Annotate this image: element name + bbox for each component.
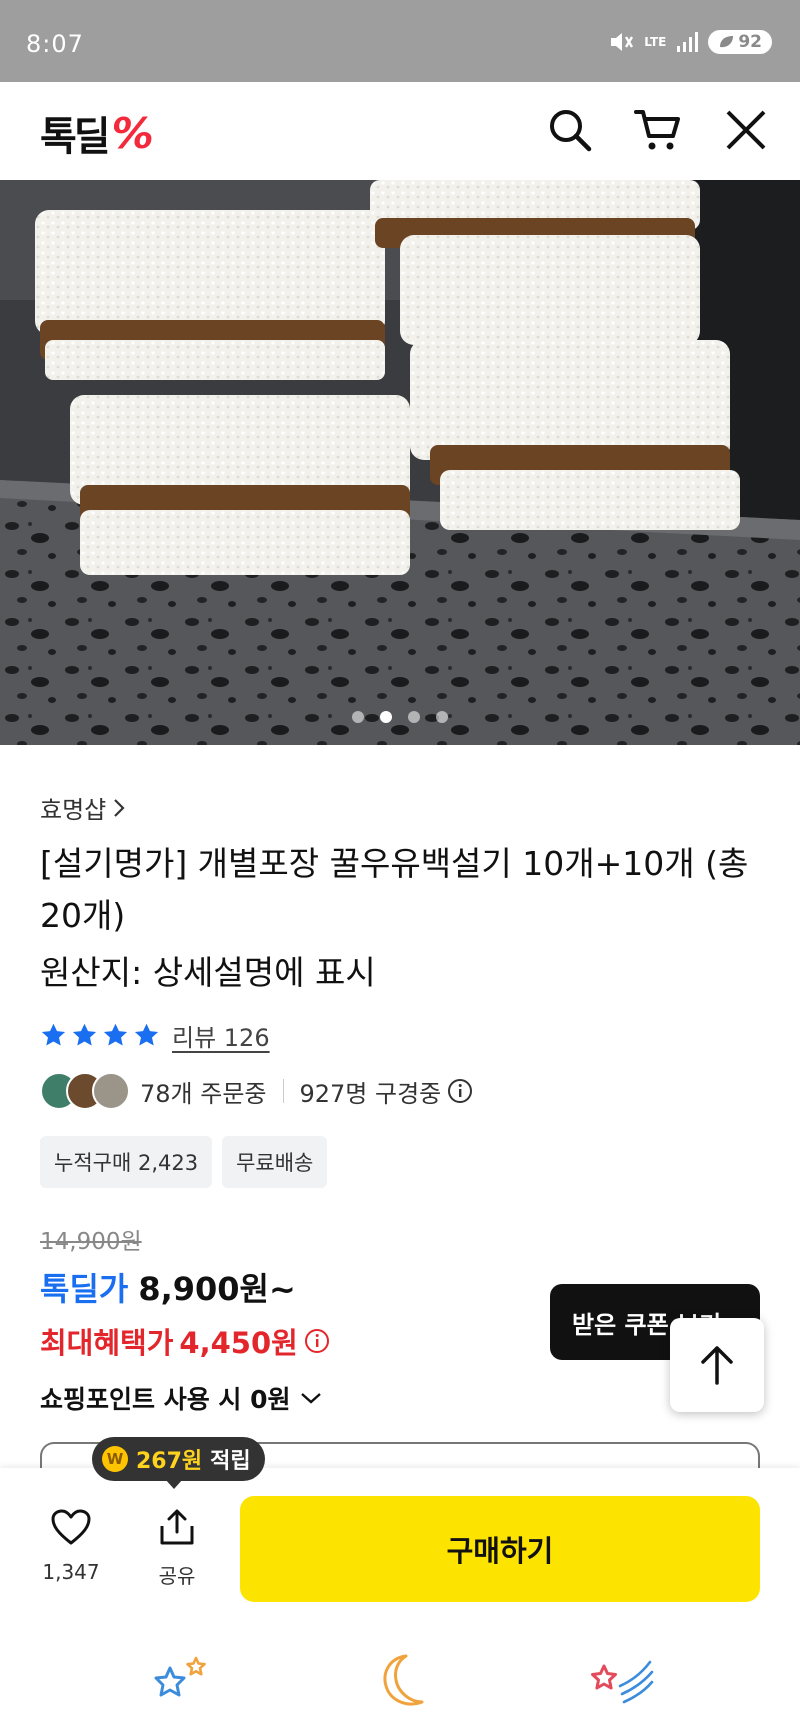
info-icon[interactable] xyxy=(447,1078,473,1104)
arrow-up-icon xyxy=(701,1346,733,1385)
star-icon xyxy=(72,1023,97,1046)
search-icon[interactable] xyxy=(544,104,596,156)
product-chips: 누적구매 2,423 무료배송 xyxy=(40,1136,328,1188)
signal-icon xyxy=(677,32,699,52)
orders-count: 78개 주문중 xyxy=(140,1079,267,1108)
network-label: LTE xyxy=(644,34,667,49)
points-label: 적립 xyxy=(210,1449,251,1474)
chip-free-shipping: 무료배송 xyxy=(222,1136,328,1188)
buy-button[interactable]: 구매하기 xyxy=(240,1496,760,1602)
carousel-dot-active[interactable] xyxy=(380,711,392,723)
rating-row[interactable]: 리뷰 126 xyxy=(40,1018,270,1053)
battery-level: 92 xyxy=(738,32,762,52)
battery-indicator: 92 xyxy=(708,30,772,54)
leaf-icon xyxy=(720,36,734,48)
logo-mark: % xyxy=(111,108,154,158)
buyer-avatars xyxy=(40,1072,130,1110)
divider xyxy=(282,1079,284,1103)
logo-text: 톡딜 xyxy=(40,114,111,160)
shopping-point-text: 쇼핑포인트 사용 시 0원 xyxy=(40,1385,291,1414)
product-image-carousel[interactable] xyxy=(0,180,800,745)
status-time: 8:07 xyxy=(26,30,84,58)
chevron-down-icon xyxy=(300,1393,321,1404)
carousel-indicator xyxy=(0,711,800,723)
avatar xyxy=(92,1072,130,1110)
like-button[interactable]: 1,347 xyxy=(26,1508,116,1584)
carousel-dot[interactable] xyxy=(352,711,364,723)
cart-icon[interactable] xyxy=(632,104,684,156)
max-benefit-row: 최대혜택가 4,450원 xyxy=(40,1320,330,1362)
toktal-logo[interactable]: 톡딜 % xyxy=(40,104,154,162)
product-photo xyxy=(0,180,800,745)
star-icon xyxy=(103,1023,128,1046)
original-price: 14,900원 xyxy=(40,1229,142,1255)
shooting-star-icon[interactable] xyxy=(586,1650,656,1714)
stars-icon[interactable] xyxy=(148,1650,218,1714)
points-tooltip: W 267원 적립 xyxy=(92,1437,265,1481)
share-label: 공유 xyxy=(158,1564,196,1588)
chevron-right-icon xyxy=(114,798,125,817)
heart-icon xyxy=(51,1509,91,1545)
share-icon xyxy=(160,1509,194,1545)
close-icon[interactable] xyxy=(720,104,772,156)
shopping-point-toggle[interactable]: 쇼핑포인트 사용 시 0원 xyxy=(40,1380,323,1416)
mute-icon xyxy=(611,33,634,51)
tooltip-arrow xyxy=(165,1479,183,1489)
star-icon xyxy=(41,1023,66,1046)
review-link[interactable]: 리뷰 126 xyxy=(172,1018,270,1053)
moon-icon[interactable] xyxy=(366,1650,436,1714)
product-title: [설기명가] 개별포장 꿀우유백설기 10개+10개 (총20개) xyxy=(40,844,749,935)
status-bar: 8:07 LTE 92 xyxy=(0,0,800,82)
coin-icon: W xyxy=(102,1446,128,1472)
carousel-dot[interactable] xyxy=(408,711,420,723)
share-button[interactable]: 공유 xyxy=(132,1508,222,1589)
shop-link[interactable]: 효명샵 xyxy=(40,790,126,825)
chip-cumulative-purchase: 누적구매 2,423 xyxy=(40,1136,213,1188)
deal-price: 8,900원~ xyxy=(138,1270,296,1308)
points-amount: 267원 xyxy=(136,1449,203,1474)
status-icons: LTE 92 xyxy=(608,30,772,54)
shop-name: 효명샵 xyxy=(40,796,107,824)
carousel-dot[interactable] xyxy=(436,711,448,723)
max-benefit-label: 최대혜택가 xyxy=(40,1326,174,1360)
product-origin: 원산지: 상세설명에 표시 xyxy=(40,953,376,992)
like-count: 1,347 xyxy=(42,1560,100,1584)
app-header: 톡딜 % xyxy=(0,82,800,180)
viewers-count: 927명 구경중 xyxy=(299,1079,442,1108)
deal-label: 톡딜가 xyxy=(40,1270,129,1308)
info-icon[interactable] xyxy=(304,1328,330,1354)
orders-row: 78개 주문중 927명 구경중 xyxy=(40,1072,473,1110)
scroll-top-button[interactable] xyxy=(670,1318,764,1412)
star-icon xyxy=(134,1023,159,1046)
deal-price-row: 톡딜가 8,900원~ xyxy=(40,1264,296,1310)
max-benefit-price: 4,450원 xyxy=(179,1326,298,1360)
system-navigation-bar xyxy=(0,1630,800,1733)
